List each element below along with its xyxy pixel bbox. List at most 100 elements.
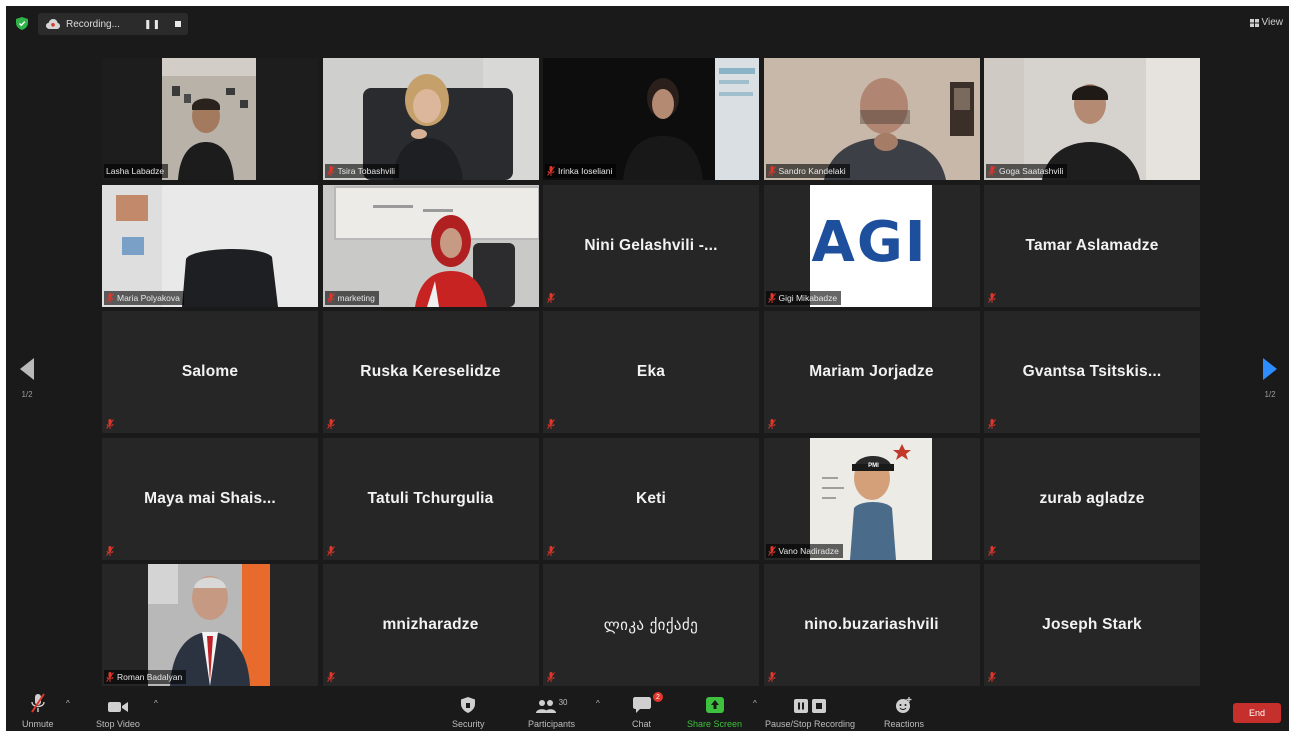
pause-recording-icon (794, 699, 827, 713)
muted-mic-icon (767, 545, 776, 556)
participant-video (543, 58, 759, 180)
participant-name-label: Goga Saatashvili (986, 164, 1068, 178)
participant-name-label: Maria Polyakova (104, 290, 184, 305)
participants-count: 30 (558, 698, 568, 707)
participant-video (322, 58, 539, 180)
participant-name-label: marketing (324, 290, 379, 305)
muted-mic-icon (106, 292, 114, 303)
muted-mic-icon (326, 545, 335, 556)
participant-tile[interactable]: Irinka Ioseliani (543, 58, 759, 180)
participant-tile[interactable]: Mariam Jorjadze (763, 311, 980, 433)
reactions-button[interactable]: Reactions (884, 693, 924, 729)
participants-options-caret[interactable]: ^ (596, 699, 600, 708)
stop-video-button[interactable]: Stop Video ^ (96, 693, 158, 729)
reactions-icon (896, 697, 912, 713)
chat-icon (632, 697, 651, 713)
arrow-left-icon (20, 358, 34, 380)
participant-name: Eka (636, 363, 666, 380)
participant-name-label: Lasha Labadze (104, 164, 169, 178)
muted-mic-icon (547, 419, 555, 429)
unmute-button[interactable]: Unmute ^ (22, 693, 70, 729)
participant-video (102, 184, 318, 307)
participant-name: ლიკა ქიქაძე (603, 616, 699, 634)
share-screen-button[interactable]: Share Screen ^ (687, 693, 757, 729)
participant-tile[interactable]: PMI Vano Nadiradze (763, 437, 980, 560)
security-button[interactable]: Security (452, 693, 485, 729)
next-page-button[interactable]: 1/2 (1263, 358, 1277, 399)
participant-tile[interactable]: Tatuli Tchurgulia (322, 437, 539, 560)
participant-tile[interactable]: AGI( Gigi Mikabadze (763, 184, 980, 307)
muted-mic-icon (106, 419, 114, 429)
muted-mic-icon (326, 166, 335, 176)
participant-video (763, 437, 980, 560)
muted-mic-icon (326, 292, 335, 303)
pause-icon[interactable]: ❚❚ (144, 19, 161, 30)
muted-mic-icon (547, 292, 555, 303)
participant-tile[interactable]: Tsira Tobashvili (322, 58, 539, 180)
participant-tile[interactable]: Maya mai Shais... (102, 437, 318, 560)
muted-mic-icon (988, 166, 996, 176)
participant-name-label: Vano Nadiradze (765, 543, 843, 558)
participants-icon (535, 700, 556, 713)
participant-name-label: Tsira Tobashvili (324, 164, 399, 178)
muted-mic-icon (547, 672, 555, 682)
logo-text: AGI( (811, 212, 932, 273)
participant-tile[interactable]: Joseph Stark (984, 564, 1200, 686)
recording-label: Recording... (66, 18, 120, 30)
pause-stop-recording-button[interactable]: Pause/Stop Recording (765, 693, 855, 729)
cloud-icon (46, 19, 60, 29)
participant-video (102, 58, 318, 180)
muted-mic-icon (767, 672, 776, 682)
participant-name-label: Roman Badalyan (104, 670, 187, 684)
top-bar: Recording... ❚❚ View (6, 6, 1289, 42)
participant-name: nino.buzariashvili (804, 616, 939, 633)
participant-tile[interactable]: Lasha Labadze (102, 58, 318, 180)
stop-icon[interactable] (175, 21, 182, 27)
recording-indicator: Recording... ❚❚ (38, 13, 188, 35)
participant-tile[interactable]: zurab agladze (984, 437, 1200, 560)
participant-tile[interactable]: Maria Polyakova (102, 184, 318, 307)
participant-tile[interactable]: Sandro Kandelaki (763, 58, 980, 180)
participant-tile[interactable]: Goga Saatashvili (984, 58, 1200, 180)
security-icon (461, 697, 476, 713)
muted-mic-icon (106, 672, 114, 682)
meeting-window: Recording... ❚❚ View Lasha Labadze Tsira… (6, 6, 1289, 731)
chat-button[interactable]: Chat 2 (632, 692, 663, 729)
audio-options-caret[interactable]: ^ (66, 699, 70, 708)
participant-gallery: Lasha Labadze Tsira Tobashvili Irinka Io… (102, 58, 1201, 686)
participant-tile[interactable]: Ruska Kereselidze (322, 311, 539, 433)
participant-tile[interactable]: Nini Gelashvili -... (543, 184, 759, 307)
participant-tile[interactable]: mnizharadze (322, 564, 539, 686)
muted-mic-icon (547, 545, 555, 556)
participant-name: Gvantsa Tsitskis... (1022, 363, 1162, 380)
muted-mic-icon (767, 292, 776, 303)
participants-button[interactable]: 30 Participants ^ (528, 693, 600, 729)
participant-name: mnizharadze (382, 616, 479, 633)
participant-tile[interactable]: marketing (322, 184, 539, 307)
participant-tile[interactable]: Salome (102, 311, 318, 433)
share-options-caret[interactable]: ^ (753, 699, 757, 708)
participant-tile[interactable]: Eka (543, 311, 759, 433)
participant-name: Nini Gelashvili -... (584, 236, 718, 254)
view-label: View (1261, 17, 1284, 28)
participant-name: Tatuli Tchurgulia (367, 489, 494, 507)
arrow-right-icon (1263, 358, 1277, 380)
muted-mic-icon (106, 545, 114, 556)
participant-tile[interactable]: ლიკა ქიქაძე (543, 564, 759, 686)
participant-tile[interactable]: Gvantsa Tsitskis... (984, 311, 1200, 433)
participant-name-label: Sandro Kandelaki (765, 164, 850, 178)
view-button[interactable]: View (1249, 17, 1284, 28)
badge-text: PMI (868, 462, 879, 469)
participant-name: Salome (181, 363, 239, 380)
participant-name-label: Gigi Mikabadze (765, 290, 842, 305)
end-meeting-button[interactable]: End (1233, 703, 1281, 723)
shield-icon[interactable] (16, 17, 28, 30)
participant-tile[interactable]: Roman Badalyan (102, 564, 318, 686)
video-options-caret[interactable]: ^ (154, 699, 158, 708)
participant-tile[interactable]: Tamar Aslamadze (984, 184, 1200, 307)
participant-tile[interactable]: Keti (543, 437, 759, 560)
previous-page-button[interactable]: 1/2 (20, 358, 34, 399)
participant-name: Keti (635, 489, 667, 507)
participant-tile[interactable]: nino.buzariashvili (763, 564, 980, 686)
muted-mic-icon (767, 419, 776, 429)
